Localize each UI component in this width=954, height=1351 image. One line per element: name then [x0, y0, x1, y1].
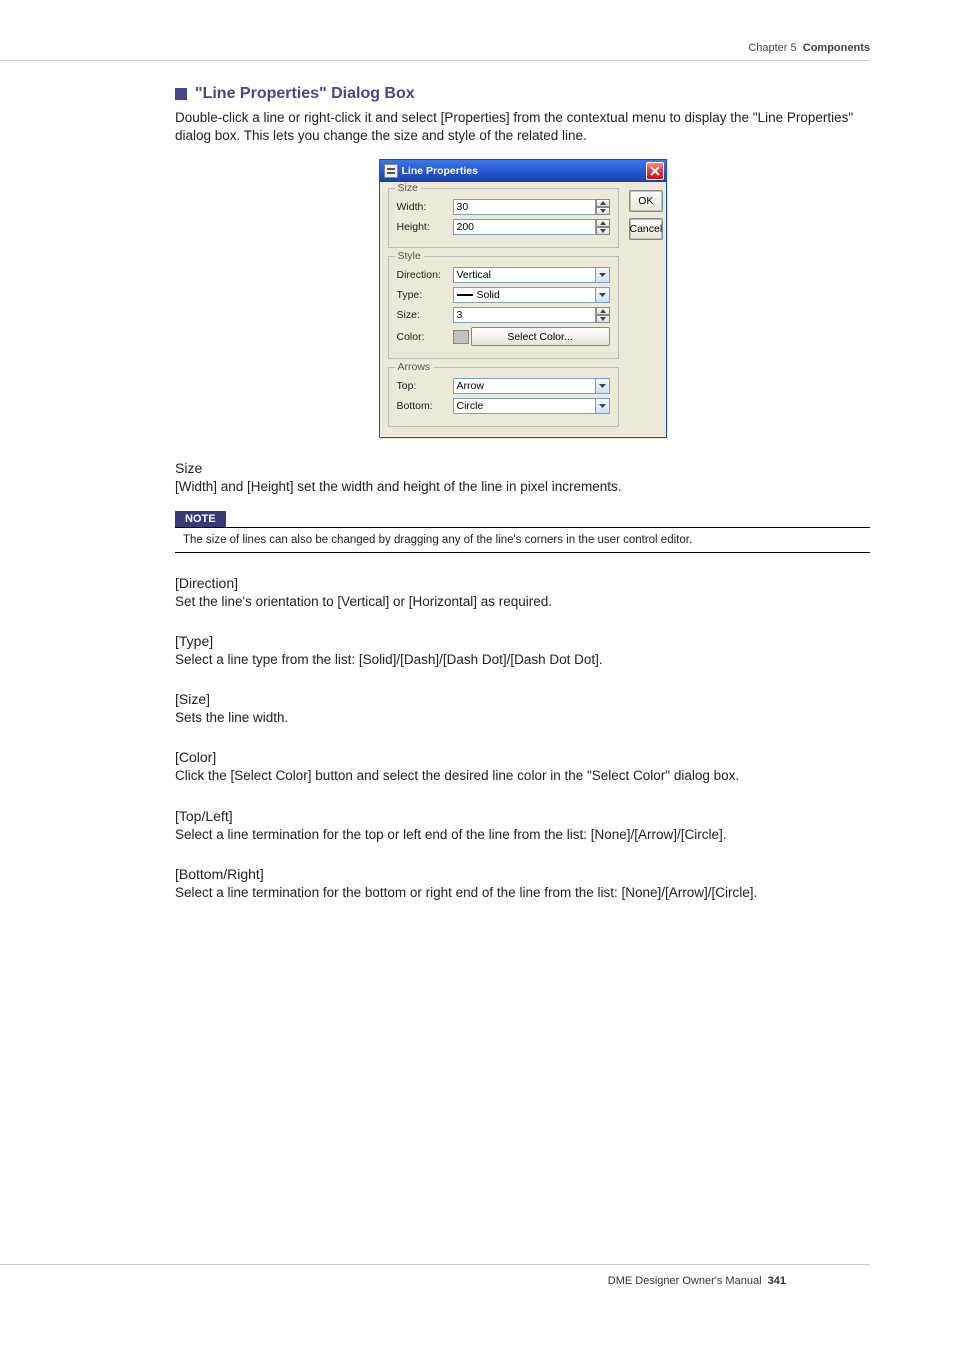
section-label: Components: [803, 42, 870, 54]
section-title: "Line Properties" Dialog Box: [195, 85, 415, 103]
intro-text: Double-click a line or right-click it an…: [175, 109, 870, 145]
note-label: NOTE: [175, 511, 226, 527]
color-text: Click the [Select Color] button and sele…: [175, 767, 870, 785]
top-value: Arrow: [457, 380, 484, 392]
style-group: Style Direction: Vertical Type:: [388, 256, 619, 359]
height-label: Height:: [397, 221, 453, 233]
cancel-button[interactable]: Cancel: [629, 218, 664, 240]
bottom-text: Select a line termination for the bottom…: [175, 884, 870, 902]
color-swatch: [453, 330, 469, 344]
direction-heading: [Direction]: [175, 575, 870, 591]
app-icon: [384, 164, 398, 178]
chevron-up-icon: [600, 201, 606, 205]
width-spinner[interactable]: [596, 199, 610, 215]
size-heading: Size: [175, 460, 870, 476]
footer-rule: [0, 1264, 870, 1265]
bottom-value: Circle: [457, 400, 484, 412]
ssize-heading: [Size]: [175, 691, 870, 707]
dialog-title: Line Properties: [402, 165, 478, 177]
bottom-label: Bottom:: [397, 400, 453, 412]
direction-select[interactable]: Vertical: [453, 267, 610, 283]
section-bullet-icon: [175, 88, 187, 100]
ssize-text: Sets the line width.: [175, 709, 870, 727]
style-size-input[interactable]: [453, 307, 596, 323]
top-label: Top:: [397, 380, 453, 392]
type-heading: [Type]: [175, 633, 870, 649]
direction-text: Set the line's orientation to [Vertical]…: [175, 593, 870, 611]
line-sample-icon: [457, 294, 473, 296]
note-rule-bottom: [175, 552, 870, 553]
size-group: Size Width:: [388, 188, 619, 248]
select-color-button[interactable]: Select Color...: [471, 327, 610, 346]
chevron-down-icon: [599, 273, 606, 277]
chevron-down-icon: [600, 209, 606, 213]
top-text: Select a line termination for the top or…: [175, 826, 870, 844]
chevron-down-icon: [599, 384, 606, 388]
bottom-select[interactable]: Circle: [453, 398, 610, 414]
size-text: [Width] and [Height] set the width and h…: [175, 478, 870, 496]
chevron-down-icon: [600, 317, 606, 321]
type-value: Solid: [477, 289, 500, 301]
close-button[interactable]: [646, 162, 664, 180]
chevron-down-icon: [599, 293, 606, 297]
chevron-up-icon: [600, 221, 606, 225]
width-label: Width:: [397, 201, 453, 213]
style-size-spinner[interactable]: [596, 307, 610, 323]
chevron-down-icon: [600, 229, 606, 233]
color-label: Color:: [397, 331, 453, 343]
type-text: Select a line type from the list: [Solid…: [175, 651, 870, 669]
note-text: The size of lines can also be changed by…: [175, 528, 870, 552]
size-legend: Size: [395, 182, 421, 194]
style-legend: Style: [395, 250, 424, 262]
style-size-label: Size:: [397, 309, 453, 321]
height-spinner[interactable]: [596, 219, 610, 235]
arrows-group: Arrows Top: Arrow Bottom:: [388, 367, 619, 427]
top-heading: [Top/Left]: [175, 808, 870, 824]
dialog-titlebar: Line Properties: [380, 160, 666, 182]
ok-button[interactable]: OK: [629, 190, 664, 212]
line-properties-dialog: Line Properties Size Width: [379, 159, 667, 438]
chapter-label: Chapter 5: [748, 42, 796, 54]
footer-label: DME Designer Owner's Manual: [608, 1275, 762, 1287]
width-input[interactable]: [453, 199, 596, 215]
type-select[interactable]: Solid: [453, 287, 610, 303]
header-rule: [0, 60, 870, 61]
page-footer: DME Designer Owner's Manual 341: [0, 1264, 870, 1287]
direction-label: Direction:: [397, 269, 453, 281]
top-select[interactable]: Arrow: [453, 378, 610, 394]
type-label: Type:: [397, 289, 453, 301]
page-number: 341: [768, 1275, 786, 1287]
chevron-up-icon: [600, 309, 606, 313]
bottom-heading: [Bottom/Right]: [175, 866, 870, 882]
arrows-legend: Arrows: [395, 361, 434, 373]
direction-value: Vertical: [457, 269, 491, 281]
page-header: Chapter 5 Components: [748, 42, 870, 54]
color-heading: [Color]: [175, 749, 870, 765]
close-icon: [650, 166, 660, 176]
height-input[interactable]: [453, 219, 596, 235]
chevron-down-icon: [599, 404, 606, 408]
